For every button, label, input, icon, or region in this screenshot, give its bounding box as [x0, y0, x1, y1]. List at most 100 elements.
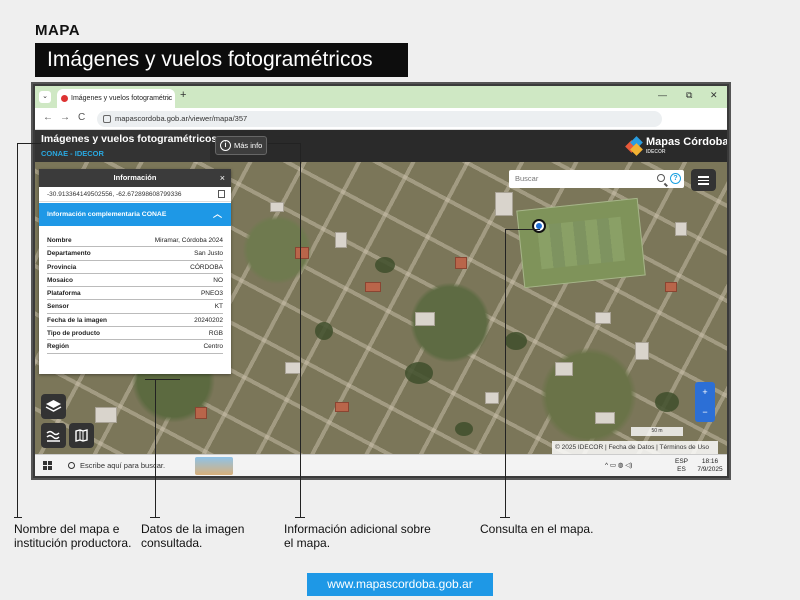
basemap-button[interactable] — [69, 423, 94, 448]
coordinates: -30.913364149502556, -62.672898608799336 — [39, 187, 231, 202]
zoom-in-button[interactable]: + — [695, 382, 715, 402]
back-button[interactable]: ← — [43, 112, 53, 123]
zoom-control: + − — [695, 382, 715, 422]
building — [495, 192, 513, 216]
layers-icon — [45, 400, 62, 412]
building — [195, 407, 207, 419]
zoom-out-button[interactable]: − — [695, 402, 715, 422]
callout-line — [300, 143, 301, 517]
menu-icon-bar — [698, 179, 709, 181]
building — [95, 407, 117, 423]
tab-title: Imágenes y vuelos fotogramétric — [71, 95, 173, 102]
building — [365, 282, 381, 292]
caption-extra-info: Información adicional sobre el mapa. — [284, 522, 431, 550]
building — [665, 282, 677, 292]
row-value: CÓRDOBA — [190, 263, 223, 271]
callout-line — [505, 229, 540, 230]
map-pin-icon — [532, 219, 546, 233]
new-tab-button[interactable]: + — [180, 89, 186, 101]
building — [285, 362, 301, 374]
date: 7/9/2025 — [697, 466, 723, 473]
search-input[interactable]: Buscar ? — [509, 170, 684, 188]
row-value: KT — [214, 303, 223, 311]
taskbar-search[interactable]: Escribe aquí para buscar. — [64, 457, 196, 475]
tree — [315, 322, 333, 340]
tree — [505, 332, 527, 350]
tray-icons[interactable]: ^ ▭ ◍ ◁) — [605, 462, 632, 470]
footer-url[interactable]: www.mapascordoba.gob.ar — [307, 573, 493, 596]
restore-button[interactable]: ⧉ — [686, 90, 692, 101]
building — [295, 247, 309, 259]
reload-button[interactable]: C — [78, 112, 85, 123]
tab-bar: ⌄ Imágenes y vuelos fotogramétric × + — … — [35, 86, 727, 108]
caption-query: Consulta en el mapa. — [480, 522, 594, 536]
help-icon[interactable]: ? — [670, 173, 681, 184]
table-row: Región Centro — [47, 340, 223, 354]
chevron-up-icon: ︿ — [212, 209, 222, 219]
callout-line — [155, 379, 156, 517]
table-row: Tipo de producto RGB — [47, 327, 223, 341]
close-window-button[interactable]: ✕ — [710, 90, 718, 101]
info-panel: Información × -30.913364149502556, -62.6… — [39, 169, 231, 374]
search-icon[interactable] — [657, 174, 665, 182]
map-title: Imágenes y vuelos fotogramétricos — [41, 133, 218, 145]
taskbar: Escribe aquí para buscar. ^ ▭ ◍ ◁) ESP E… — [35, 454, 727, 476]
building — [635, 342, 649, 360]
menu-icon-bar — [698, 183, 709, 185]
more-info-button[interactable]: i Más info — [215, 136, 267, 155]
taskbar-weather-thumbnail[interactable] — [195, 457, 233, 475]
forward-button[interactable]: → — [60, 112, 70, 123]
callout-line — [145, 379, 180, 380]
row-key: Departamento — [47, 250, 91, 258]
attribute-table: Nombre Miramar, Córdoba 2024 Departamento… — [39, 226, 231, 354]
row-key: Mosaico — [47, 276, 74, 284]
info-panel-header: Información × — [39, 169, 231, 187]
row-value: San Justo — [194, 250, 223, 258]
row-value: Centro — [203, 343, 223, 351]
sports-field — [516, 197, 646, 289]
table-row: Fecha de la imagen 20240202 — [47, 314, 223, 328]
copy-icon[interactable] — [218, 190, 225, 198]
callout-line — [505, 229, 506, 517]
row-key: Región — [47, 343, 70, 351]
logo-subtext: IDECOR — [646, 149, 666, 155]
layers-button[interactable] — [41, 394, 66, 419]
legend-button[interactable] — [41, 423, 66, 448]
callout-line — [268, 143, 301, 144]
conae-section-toggle[interactable]: Información complementaria CONAE ︿ — [39, 203, 231, 226]
satellite-map[interactable]: Información × -30.913364149502556, -62.6… — [35, 162, 727, 454]
coordinates-text: -30.913364149502556, -62.672898608799336 — [47, 191, 182, 198]
building — [595, 312, 611, 324]
tab-close-icon[interactable]: × — [166, 89, 171, 108]
row-key: Nombre — [47, 237, 72, 244]
windows-logo-icon[interactable] — [43, 461, 52, 470]
tab-search-button[interactable]: ⌄ — [39, 91, 51, 103]
clock[interactable]: 18:16 7/9/2025 — [695, 458, 725, 474]
legend-icon — [46, 430, 60, 442]
building — [415, 312, 435, 326]
browser-tab[interactable]: Imágenes y vuelos fotogramétric × — [57, 89, 175, 108]
language-indicator[interactable]: ESP ES — [675, 458, 688, 474]
site-settings-icon[interactable] — [103, 115, 111, 123]
page-title: Imágenes y vuelos fotogramétricos — [35, 43, 408, 77]
minimize-button[interactable]: — — [658, 90, 667, 100]
app-header: Imágenes y vuelos fotogramétricos CONAE … — [35, 130, 727, 162]
table-row: Mosaico NO — [47, 274, 223, 288]
callout-line — [17, 143, 41, 144]
caption-image-data: Datos de la imagen consultada. — [141, 522, 245, 550]
address-bar-row: ← → C mapascordoba.gob.ar/viewer/mapa/35… — [35, 108, 727, 130]
time: 18:16 — [701, 458, 719, 465]
map-attribution[interactable]: © 2025 IDECOR | Fecha de Datos | Término… — [552, 441, 718, 454]
caption-map-name: Nombre del mapa e institución productora… — [14, 522, 132, 550]
building — [485, 392, 499, 404]
row-value: PNEO3 — [200, 290, 223, 298]
table-row: Sensor KT — [47, 300, 223, 314]
menu-button[interactable] — [691, 169, 716, 191]
map-title-box: Imágenes y vuelos fotogramétricos CONAE … — [35, 130, 217, 162]
screenshot-frame: ⌄ Imágenes y vuelos fotogramétric × + — … — [33, 84, 729, 478]
section-title: Información complementaria CONAE — [47, 211, 167, 218]
close-icon[interactable]: × — [220, 169, 225, 187]
callout-line — [17, 143, 18, 517]
building — [555, 362, 573, 376]
url-field[interactable]: mapascordoba.gob.ar/viewer/mapa/357 — [97, 111, 662, 127]
